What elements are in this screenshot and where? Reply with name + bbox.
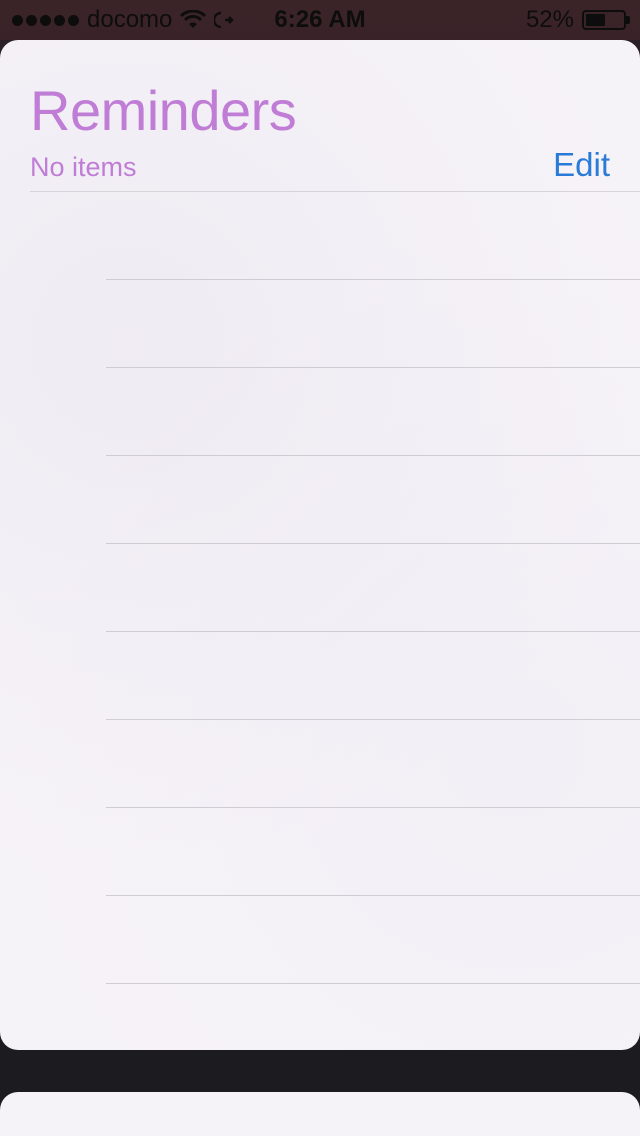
edit-button[interactable]: Edit — [553, 146, 610, 184]
reminders-card[interactable]: Reminders No items Edit — [0, 40, 640, 1050]
status-right: 52% — [525, 6, 630, 34]
screen: docomo 6:26 AM 52% Reminders No items Ed… — [0, 0, 640, 1136]
row-divider — [106, 543, 640, 544]
row-divider — [106, 455, 640, 456]
row-divider — [106, 279, 640, 280]
battery-fill — [586, 14, 605, 26]
battery-percent: 52% — [525, 6, 574, 33]
row-divider — [106, 807, 640, 808]
row-divider — [106, 367, 640, 368]
battery-icon — [582, 10, 630, 30]
items-count: No items — [30, 152, 137, 182]
status-bar: docomo 6:26 AM 52% — [0, 0, 640, 40]
row-divider — [106, 631, 640, 632]
next-list-card[interactable] — [0, 1092, 640, 1136]
row-divider — [106, 895, 640, 896]
row-divider — [106, 983, 640, 984]
list-title: Reminders — [30, 79, 297, 142]
header-divider — [30, 191, 640, 192]
row-divider — [106, 719, 640, 720]
